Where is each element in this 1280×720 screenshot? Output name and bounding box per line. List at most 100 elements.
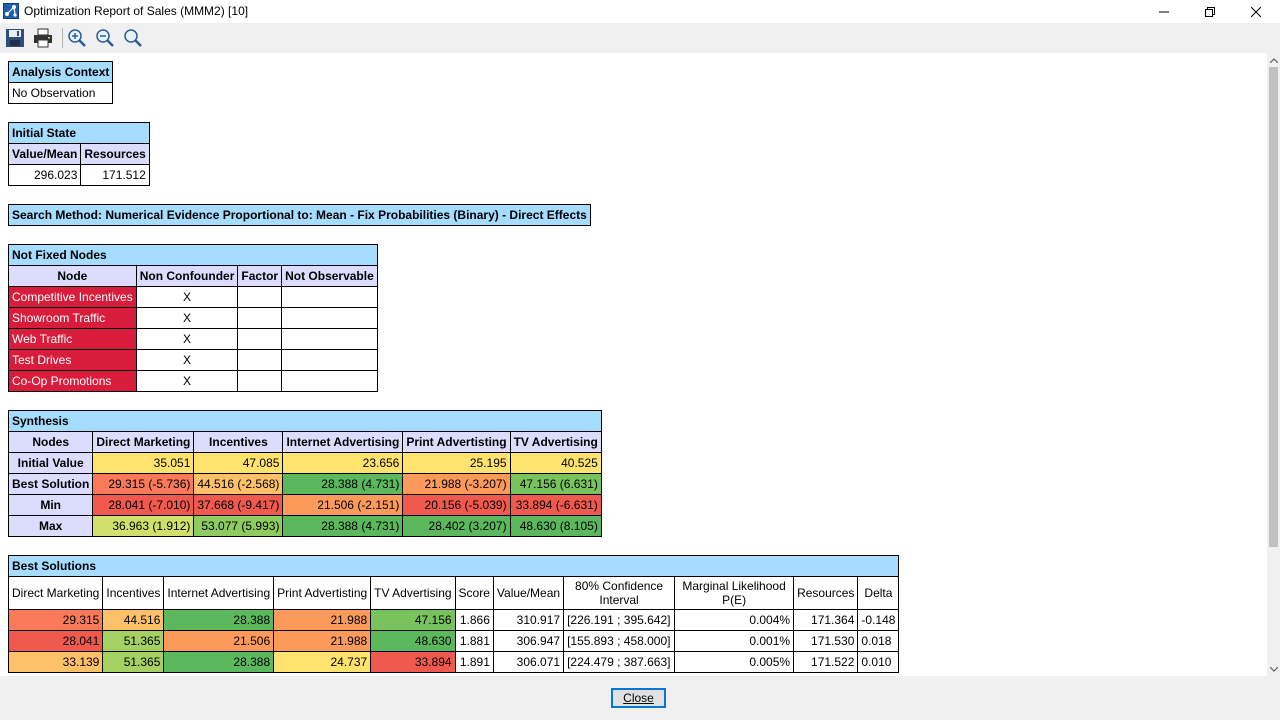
initial-resources: 171.512	[80, 164, 150, 186]
close-button[interactable]: Close	[611, 688, 666, 708]
initial-state-col: Value/Mean	[7, 143, 82, 165]
synthesis-col: TV Advertising	[509, 431, 602, 453]
minimize-icon	[1159, 11, 1169, 12]
table-row: Showroom Traffic X	[8, 307, 378, 329]
node-name: Showroom Traffic	[8, 307, 137, 329]
zoom-reset-button[interactable]	[122, 27, 144, 49]
best-solution-cell: 44.516	[102, 609, 165, 631]
factor-cell	[237, 286, 283, 308]
synthesis-cell: 29.315 (-5.736)	[92, 473, 195, 495]
analysis-context-table: Analysis Context No Observation	[7, 61, 114, 104]
not-observable-cell	[281, 370, 378, 392]
best-solution-cell: 28.388	[163, 609, 275, 631]
best-solution-cell: 28.041	[7, 630, 104, 652]
non-confounder-cell: X	[135, 307, 239, 329]
minimize-button[interactable]	[1141, 0, 1187, 23]
synthesis-row-label: Min	[7, 494, 94, 516]
initial-state-table: Initial State Value/Mean Resources 296.0…	[7, 122, 150, 186]
best-solution-cell: 33.139	[7, 651, 104, 673]
zoom-out-icon	[96, 29, 114, 47]
print-button[interactable]	[32, 27, 54, 49]
best-solutions-col: Score	[454, 576, 494, 610]
close-icon	[1251, 6, 1261, 17]
synthesis-cell: 47.085	[193, 452, 284, 474]
zoom-out-button[interactable]	[94, 27, 116, 49]
node-name: Web Traffic	[8, 328, 137, 350]
toolbar-separator	[62, 28, 63, 48]
best-solutions-col: 80% Confidence Interval	[563, 576, 676, 610]
chevron-up-icon	[1269, 57, 1278, 63]
best-solutions-col: Delta	[857, 576, 900, 610]
best-solution-cell: 51.365	[102, 630, 165, 652]
node-name: Competitive Incentives	[8, 286, 137, 308]
not-observable-cell	[281, 349, 378, 371]
print-icon	[34, 28, 52, 48]
best-solutions-table: Best Solutions Direct Marketing Incentive…	[7, 555, 900, 673]
initial-value-mean: 296.023	[7, 164, 82, 186]
scroll-up-button[interactable]	[1267, 54, 1280, 66]
best-solution-cell: 0.010	[857, 651, 900, 673]
table-row: Min 28.041 (-7.010) 37.668 (-9.417) 21.506 …	[7, 494, 602, 516]
not-fixed-col: Factor	[237, 265, 283, 287]
analysis-context-value: No Observation	[7, 82, 114, 104]
synthesis-row-label: Max	[7, 515, 94, 537]
synthesis-cell: 28.388 (4.731)	[282, 515, 404, 537]
not-observable-cell	[281, 286, 378, 308]
non-confounder-cell: X	[135, 328, 239, 350]
best-solution-cell: 171.364	[793, 609, 859, 631]
synthesis-row-label: Best Solution	[7, 473, 94, 495]
toolbar	[0, 23, 1280, 53]
best-solution-cell: [226.191 ; 395.642]	[563, 609, 676, 631]
best-solution-cell: 21.506	[163, 630, 275, 652]
table-row: 28.041 51.365 21.506 21.988 48.630 1.881 306.9…	[7, 630, 900, 652]
best-solution-cell: 1.891	[454, 651, 494, 673]
best-solutions-col: Internet Advertising	[163, 576, 275, 610]
best-solution-cell: 47.156	[370, 609, 456, 631]
factor-cell	[237, 349, 283, 371]
not-observable-cell	[281, 307, 378, 329]
best-solution-cell: 48.630	[370, 630, 456, 652]
best-solution-cell: 28.388	[163, 651, 275, 673]
vertical-scrollbar[interactable]	[1267, 53, 1280, 676]
synthesis-cell: 33.894 (-6.631)	[509, 494, 602, 516]
best-solution-cell: -0.148	[857, 609, 900, 631]
synthesis-cell: 23.656	[282, 452, 404, 474]
synthesis-col: Direct Marketing	[92, 431, 195, 453]
non-confounder-cell: X	[135, 286, 239, 308]
best-solutions-col: Value/Mean	[492, 576, 565, 610]
best-solution-cell: 0.005%	[674, 651, 795, 673]
window-title: Optimization Report of Sales (MMM2) [10]	[24, 4, 249, 18]
synthesis-header: Synthesis	[8, 410, 602, 432]
chevron-down-icon	[1269, 666, 1278, 672]
synthesis-row-label: Initial Value	[7, 452, 94, 474]
restore-icon	[1205, 6, 1215, 17]
synthesis-cell: 40.525	[509, 452, 602, 474]
synthesis-cell: 21.506 (-2.151)	[282, 494, 404, 516]
not-fixed-col: Node	[8, 265, 137, 287]
restore-button[interactable]	[1187, 0, 1233, 23]
best-solution-cell: [155.893 ; 458.000]	[563, 630, 676, 652]
not-fixed-col: Non Confounder	[135, 265, 239, 287]
factor-cell	[237, 370, 283, 392]
close-window-button[interactable]	[1233, 0, 1279, 23]
synthesis-table: Synthesis Nodes Direct Marketing Incentive…	[7, 410, 602, 537]
synthesis-col: Print Advertisting	[402, 431, 511, 453]
not-fixed-header: Not Fixed Nodes	[8, 244, 378, 266]
title-bar: Optimization Report of Sales (MMM2) [10]	[0, 0, 1280, 23]
synthesis-cell: 28.041 (-7.010)	[92, 494, 195, 516]
synthesis-cell: 35.051	[92, 452, 195, 474]
save-icon	[6, 29, 24, 47]
zoom-in-icon	[68, 29, 86, 47]
best-solution-cell: 310.917	[492, 609, 565, 631]
save-button[interactable]	[4, 27, 26, 49]
best-solutions-col: Incentives	[102, 576, 165, 610]
table-row: 33.139 51.365 28.388 24.737 33.894 1.891 306.0…	[7, 651, 900, 673]
table-row: Competitive Incentives X	[8, 286, 378, 308]
best-solution-cell: 0.004%	[674, 609, 795, 631]
scrollbar-thumb[interactable]	[1269, 67, 1278, 547]
report-area: Analysis Context No Observation Initial …	[0, 53, 1267, 676]
synthesis-cell: 28.388 (4.731)	[282, 473, 404, 495]
zoom-in-button[interactable]	[66, 27, 88, 49]
table-row: Co-Op Promotions X	[8, 370, 378, 392]
scroll-down-button[interactable]	[1267, 663, 1280, 675]
